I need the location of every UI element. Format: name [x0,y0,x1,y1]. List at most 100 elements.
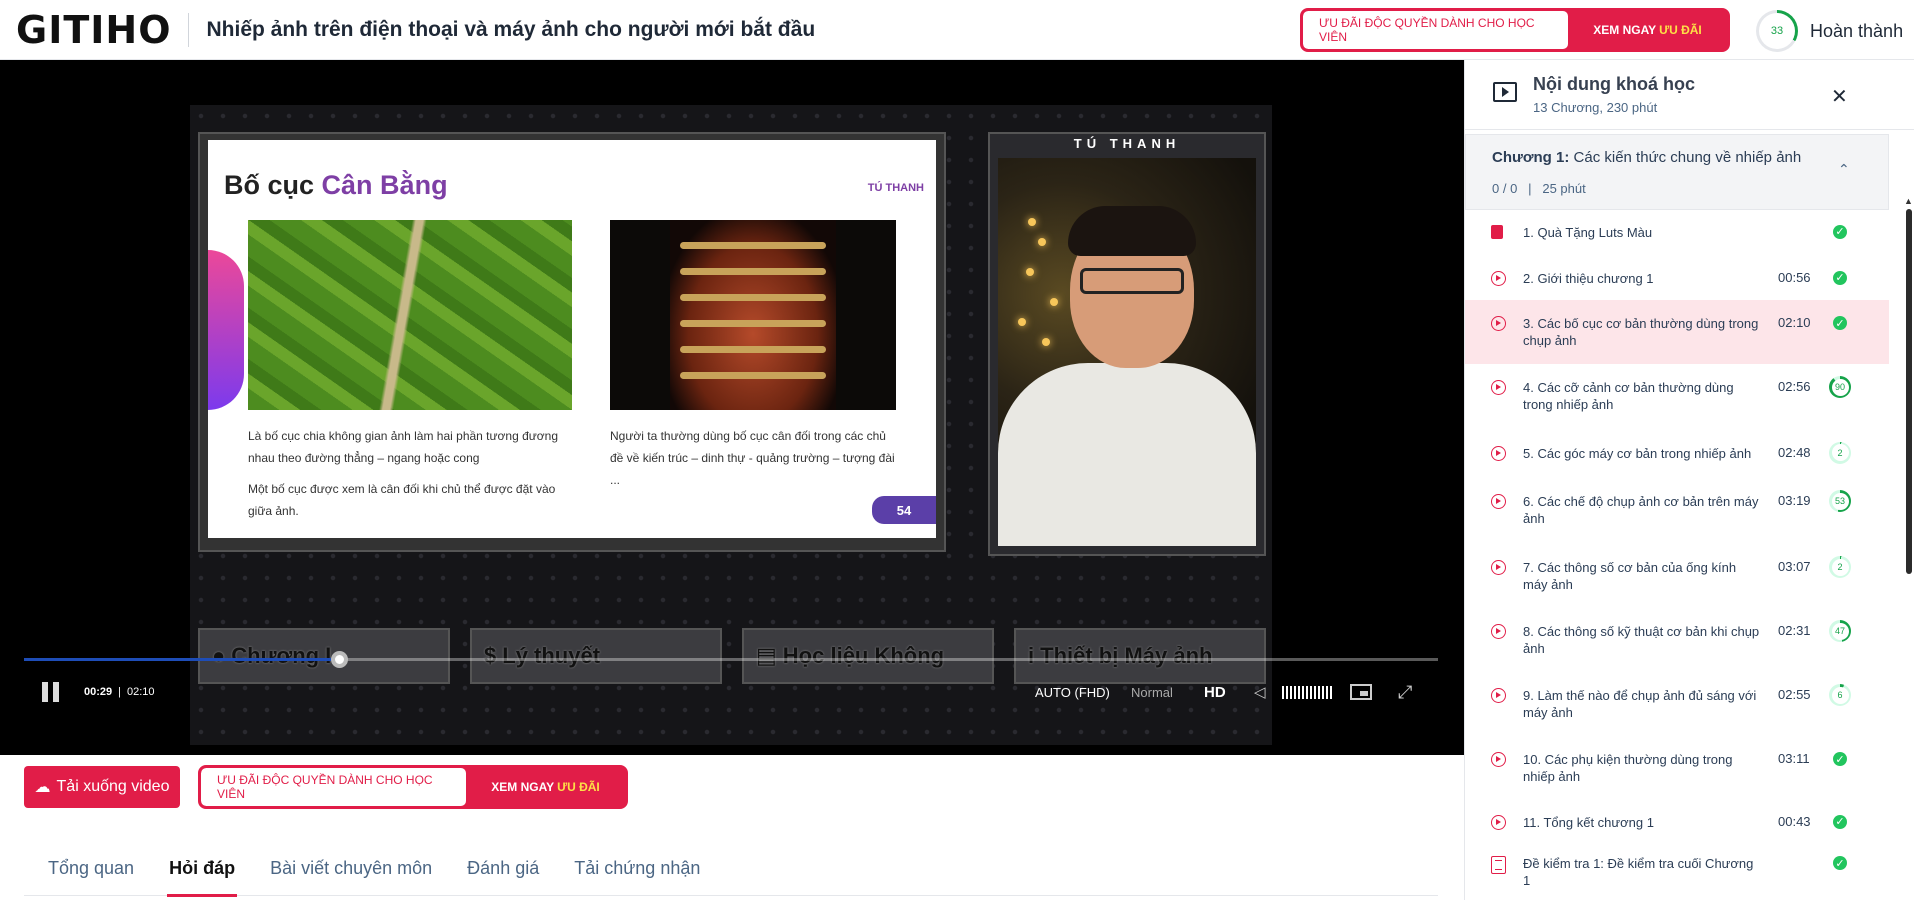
close-icon[interactable]: ✕ [1831,84,1848,109]
chapter-overlay-label: Lý thuyết [502,643,601,668]
lesson-item[interactable]: 11. Tổng kết chương 1 00:43 ✓ [1465,800,1889,844]
gitiho-logo[interactable]: GITIHO [16,8,172,52]
lesson-item[interactable]: 2. Giới thiệu chương 1 00:56 ✓ [1465,256,1889,300]
promo-view-now-label: XEM NGAY [1593,23,1657,37]
completed-check-icon: ✓ [1831,854,1849,872]
lesson-progress-ring: 90 [1829,376,1851,398]
lesson-item[interactable]: 10. Các phụ kiện thường dùng trong nhiếp… [1465,736,1889,800]
sidebar-scrollbar[interactable]: ▲ [1891,134,1914,900]
lesson-duration: 02:55 [1778,687,1811,702]
lesson-item[interactable]: 1. Quà Tặng Luts Màu ✓ [1465,210,1889,254]
tab-danh-gia[interactable]: Đánh giá [465,840,541,896]
video-player[interactable]: Bố cục Cân Bằng TÚ THANH Là bố cục chia … [0,60,1464,755]
hd-button[interactable]: HD [1204,672,1226,712]
lesson-duration: 02:10 [1778,315,1811,330]
video-lesson-icon [1493,82,1517,102]
fullscreen-button[interactable]: ⤢ [1398,672,1412,712]
chapter-header[interactable]: Chương 1: Các kiến thức chung về nhiếp ả… [1465,134,1889,210]
presenter-camera [998,158,1256,546]
fullscreen-icon: ⤢ [1398,681,1413,702]
quality-auto-button[interactable]: AUTO (FHD) [1035,672,1110,712]
lesson-item[interactable]: 3. Các bố cục cơ bản thường dùng trong c… [1465,300,1889,364]
lesson-item[interactable]: 6. Các chế độ chụp ảnh cơ bản trên máy ả… [1465,478,1889,542]
pause-icon [42,682,48,702]
pause-button[interactable] [42,672,64,712]
scrollbar-thumb[interactable] [1906,209,1912,574]
play-icon [1491,316,1506,331]
lesson-duration: 03:11 [1778,751,1810,766]
lesson-duration: 02:31 [1778,623,1811,638]
bokeh-light [1026,268,1034,276]
chapter-title: Chương 1: Các kiến thức chung về nhiếp ả… [1492,149,1801,166]
volume-icon[interactable]: ◁ [1254,672,1266,712]
picture-in-picture-button[interactable] [1350,672,1372,712]
header-divider [187,12,189,47]
current-time: 00:29 [84,686,113,698]
tab-tai-chung-nhan[interactable]: Tải chứng nhận [572,840,702,896]
play-icon [1491,494,1506,509]
lesson-duration: 03:19 [1778,493,1811,508]
course-completion: 33 Hoàn thành [1756,10,1903,52]
promo-exclusive-label: ƯU ĐÃI ĐỘC QUYỀN DÀNH CHO HỌC VIÊN [1303,11,1568,49]
lesson-slide: Bố cục Cân Bằng TÚ THANH Là bố cục chia … [208,140,936,538]
bokeh-light [1028,218,1036,226]
promo-banner-bottom[interactable]: ƯU ĐÃI ĐỘC QUYỀN DÀNH CHO HỌC VIÊN XEM N… [198,765,628,809]
lesson-title: 6. Các chế độ chụp ảnh cơ bản trên máy ả… [1523,494,1759,526]
chevron-up-icon[interactable]: ⌃ [1838,161,1850,178]
promo-view-now-button[interactable]: XEM NGAY ƯU ĐÃI [466,768,625,806]
completion-ring: 33 [1756,10,1798,52]
promo-offer-highlight: ƯU ĐÃI [557,780,600,794]
helmet-bar [680,242,826,249]
bokeh-light [1050,298,1058,306]
promo-banner-top[interactable]: ƯU ĐÃI ĐỘC QUYỀN DÀNH CHO HỌC VIÊN XEM N… [1300,8,1730,52]
lesson-duration: 03:07 [1778,559,1811,574]
lesson-title: 10. Các phụ kiện thường dùng trong nhiếp… [1523,752,1733,784]
gift-icon [1491,224,1503,239]
volume-slider[interactable] [1282,672,1332,712]
lesson-item[interactable]: 4. Các cỡ cảnh cơ bản thường dùng trong … [1465,364,1889,428]
seek-bar[interactable] [24,651,1438,668]
slide-text-right: Người ta thường dùng bố cục cân đối tron… [610,429,895,487]
promo-offer-highlight: ƯU ĐÃI [1659,23,1702,37]
lesson-item[interactable]: 5. Các góc máy cơ bản trong nhiếp ảnh 02:… [1465,428,1889,478]
presenter-name: TÚ THANH [1073,136,1181,151]
sidebar-title: Nội dung khoá học [1533,74,1695,94]
download-video-button[interactable]: ☁ Tải xuống video [24,766,180,808]
dollar-icon: $ [484,643,497,668]
time-separator: | [118,686,121,698]
tab-tong-quan[interactable]: Tổng quan [46,840,136,896]
presenter-shirt [998,363,1256,546]
lesson-progress-ring: 2 [1829,441,1851,464]
chapter-prefix: Chương 1: [1492,149,1570,166]
speed-button[interactable]: Normal [1131,672,1173,712]
slide-title-highlight: Cân Bằng [321,170,448,200]
tab-hoi-dap[interactable]: Hỏi đáp [167,840,238,897]
lesson-title: 8. Các thông số kỹ thuật cơ bản khi chụp… [1523,624,1760,656]
user-icon: ● [212,643,226,668]
helmet-bar [680,294,826,301]
slide-page-number: 54 [872,496,936,524]
slide-title-plain: Bố cục [224,170,315,200]
duration-time: 02:10 [127,686,155,698]
lesson-item[interactable]: 8. Các thông số kỹ thuật cơ bản khi chụp… [1465,608,1889,672]
helmet-bar [680,320,826,327]
slide-text-left-2: Một bố cục được xem là cân đối khi chủ t… [248,482,556,518]
helmet-bar [680,372,826,379]
scroll-up-arrow[interactable]: ▲ [1904,196,1913,206]
tab-bai-viet-chuyen-mon[interactable]: Bài viết chuyên môn [268,840,434,896]
completed-check-icon: ✓ [1831,314,1849,332]
promo-view-now-button[interactable]: XEM NGAY ƯU ĐÃI [1568,11,1727,49]
play-icon [1491,814,1506,830]
slide-text-left-1: Là bố cục chia không gian ảnh làm hai ph… [248,429,559,465]
seek-bar-played [24,658,340,661]
course-title: Nhiếp ảnh trên điện thoại và máy ảnh cho… [206,17,816,41]
slide-brand: TÚ THANH [867,182,924,194]
lesson-item[interactable]: 9. Làm thế nào để chụp ảnh đủ sáng với m… [1465,672,1889,736]
completed-check-icon: ✓ [1831,813,1849,831]
completed-check-icon: ✓ [1831,269,1849,287]
chapter-name: Các kiến thức chung về nhiếp ảnh [1573,149,1802,166]
lesson-item[interactable]: Đề kiểm tra 1: Đề kiểm tra cuối Chương 1… [1465,844,1889,900]
lesson-progress-value: 2 [1831,444,1849,461]
lesson-duration: 00:43 [1778,813,1811,829]
lesson-item[interactable]: 7. Các thông số cơ bản của ống kính máy … [1465,544,1889,608]
